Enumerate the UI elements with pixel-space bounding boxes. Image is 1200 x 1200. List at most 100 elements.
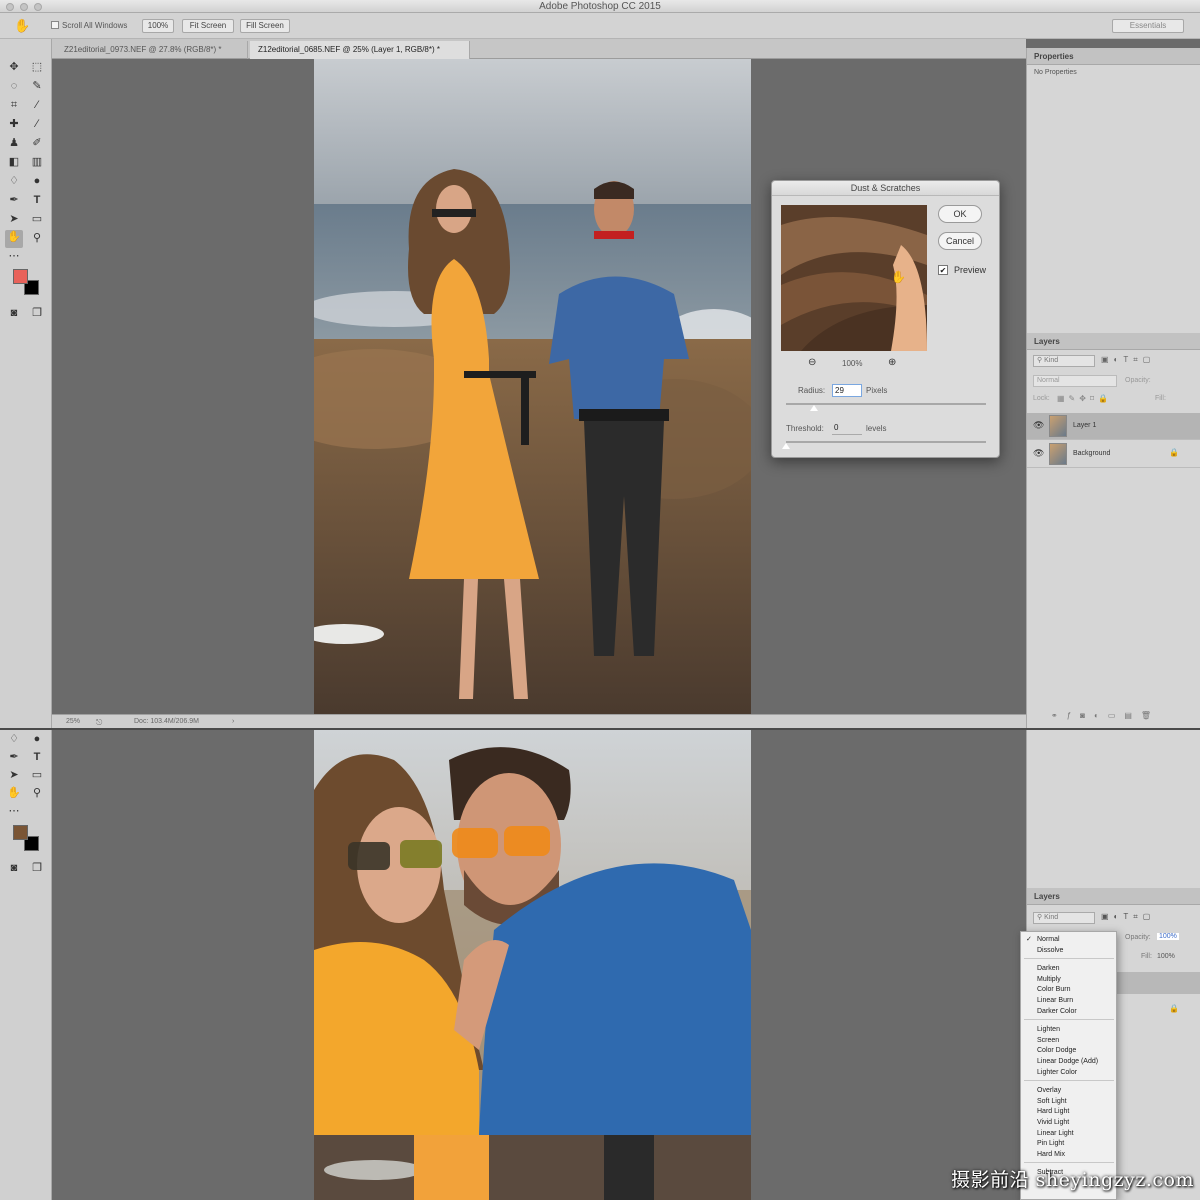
fill-screen-button[interactable]: Fill Screen	[240, 19, 290, 33]
blend-mode-option[interactable]: Darker Color	[1037, 1007, 1077, 1017]
checkmark-icon: ✓	[1026, 936, 1032, 943]
visibility-eye-icon[interactable]: 👁	[1033, 448, 1044, 459]
blend-mode-option[interactable]: Overlay	[1037, 1086, 1061, 1096]
dodge-tool-icon[interactable]: ●	[30, 174, 44, 188]
move-tool-icon[interactable]: ✥	[7, 60, 21, 74]
canvas-area-bottom[interactable]	[52, 730, 1026, 1200]
blend-mode-option[interactable]: Vivid Light	[1037, 1118, 1069, 1128]
pen-tool-icon[interactable]: ✒	[7, 193, 21, 207]
radius-slider-thumb[interactable]	[810, 405, 818, 411]
zoom-100-button[interactable]: 100%	[142, 19, 174, 33]
blend-mode-option[interactable]: Normal ✓	[1026, 935, 1060, 945]
ok-button[interactable]: OK	[938, 205, 982, 223]
blur-tool-icon[interactable]: ♢	[7, 174, 21, 188]
scroll-all-windows-checkbox[interactable]	[51, 21, 59, 29]
brush-tool-icon[interactable]: ∕	[30, 117, 44, 131]
pen-tool-icon[interactable]: ✒	[7, 750, 21, 764]
blend-mode-option[interactable]: Color Burn	[1037, 985, 1070, 995]
fit-screen-button[interactable]: Fit Screen	[182, 19, 234, 33]
title-bar: Adobe Photoshop CC 2015	[0, 0, 1200, 13]
threshold-slider-track[interactable]	[782, 441, 986, 449]
blend-mode-option[interactable]: Darken	[1037, 964, 1060, 974]
blur-tool-icon[interactable]: ♢	[7, 732, 21, 746]
zoom-tool-icon[interactable]: ⚲	[30, 786, 44, 800]
hand-tool-selected-icon[interactable]: ✋	[5, 230, 23, 248]
layers-title[interactable]: Layers	[1027, 888, 1200, 905]
edit-toolbar-icon[interactable]: ⋯	[7, 804, 21, 818]
path-selection-tool-icon[interactable]: ➤	[7, 212, 21, 226]
blend-mode-option[interactable]: Lighten	[1037, 1025, 1060, 1035]
rectangle-tool-icon[interactable]: ▭	[30, 768, 44, 782]
status-zoom[interactable]: 25%	[66, 715, 80, 728]
layers-title[interactable]: Layers	[1027, 333, 1200, 350]
close-window-button[interactable]	[6, 3, 14, 11]
blend-mode-option[interactable]: Hard Light	[1037, 1107, 1069, 1117]
opacity-value[interactable]: 100%	[1157, 933, 1179, 940]
dodge-tool-icon[interactable]: ●	[30, 732, 44, 746]
layer-filter-icons[interactable]: ▣◐T⌗▢	[1101, 912, 1155, 922]
zoom-in-icon[interactable]: ⊕	[888, 357, 896, 368]
properties-title[interactable]: Properties	[1027, 48, 1200, 65]
zoom-out-icon[interactable]: ⊖	[808, 357, 816, 368]
hand-tool-icon[interactable]: ✋	[7, 786, 21, 800]
threshold-unit: levels	[866, 424, 887, 433]
tab-document-2[interactable]: Z12editorial_0685.NEF @ 25% (Layer 1, RG…	[250, 41, 470, 59]
hand-tool-icon[interactable]: ✋	[14, 18, 30, 34]
quick-mask-icon[interactable]: ◙	[7, 861, 21, 875]
blend-mode-select[interactable]: Normal	[1033, 375, 1117, 387]
history-brush-tool-icon[interactable]: ✐	[30, 136, 44, 150]
radius-input[interactable]: 29	[832, 384, 862, 397]
radius-slider-track[interactable]	[786, 403, 986, 411]
blend-mode-option[interactable]: Multiply	[1037, 975, 1061, 985]
quick-mask-icon[interactable]: ◙	[7, 306, 21, 320]
blend-mode-option[interactable]: Lighter Color	[1037, 1068, 1077, 1078]
lasso-tool-icon[interactable]: ◌	[7, 79, 21, 93]
foreground-color-swatch[interactable]	[13, 269, 28, 284]
zoom-tool-icon[interactable]: ⚲	[30, 231, 44, 245]
marquee-tool-icon[interactable]: ⬚	[30, 60, 44, 74]
blend-mode-option[interactable]: Linear Dodge (Add)	[1037, 1057, 1098, 1067]
type-tool-icon[interactable]: T	[30, 750, 44, 764]
type-tool-icon[interactable]: T	[30, 193, 44, 207]
tab-document-1[interactable]: Z21editorial_0973.NEF @ 27.8% (RGB/8*) *	[56, 41, 248, 59]
layer-row-background[interactable]: 👁 Background 🔒	[1027, 441, 1200, 468]
threshold-input[interactable]: 0	[832, 422, 862, 435]
layer-filter-icons[interactable]: ▣◐T⌗▢	[1101, 355, 1155, 365]
layer-filter-kind[interactable]: ⚲ Kind	[1033, 912, 1095, 924]
zoom-window-button[interactable]	[34, 3, 42, 11]
gradient-tool-icon[interactable]: ▥	[30, 155, 44, 169]
blend-mode-option[interactable]: Dissolve	[1037, 946, 1063, 956]
fill-value[interactable]: 100%	[1157, 953, 1175, 960]
edit-toolbar-icon[interactable]: ⋯	[7, 249, 21, 263]
layers-footer-icons[interactable]: ⚭ƒ◙◐▭▤🗑	[1051, 711, 1160, 720]
eraser-tool-icon[interactable]: ◧	[7, 155, 21, 169]
status-arrow-icon[interactable]: ›	[232, 715, 234, 728]
workspace-switcher[interactable]: Essentials	[1112, 19, 1184, 33]
filter-preview-window[interactable]: ✋	[781, 205, 927, 351]
layer-filter-kind[interactable]: ⚲ Kind	[1033, 355, 1095, 367]
blend-mode-option[interactable]: Screen	[1037, 1036, 1059, 1046]
blend-mode-option[interactable]: Color Dodge	[1037, 1046, 1076, 1056]
crop-tool-icon[interactable]: ⌗	[7, 98, 21, 112]
visibility-eye-icon[interactable]: 👁	[1033, 420, 1044, 431]
blend-mode-option[interactable]: Soft Light	[1037, 1097, 1067, 1107]
quick-selection-tool-icon[interactable]: ✎	[30, 79, 44, 93]
minimize-window-button[interactable]	[20, 3, 28, 11]
screen-mode-icon[interactable]: ❐	[30, 306, 44, 320]
preview-checkbox[interactable]: ✔	[938, 265, 948, 275]
blend-mode-option[interactable]: Linear Light	[1037, 1129, 1074, 1139]
cancel-button[interactable]: Cancel	[938, 232, 982, 250]
path-selection-tool-icon[interactable]: ➤	[7, 768, 21, 782]
screen-mode-icon[interactable]: ❐	[30, 861, 44, 875]
blend-mode-option[interactable]: Hard Mix	[1037, 1150, 1065, 1160]
blend-mode-option[interactable]: Linear Burn	[1037, 996, 1073, 1006]
rectangle-tool-icon[interactable]: ▭	[30, 212, 44, 226]
threshold-slider-thumb[interactable]	[782, 443, 790, 449]
blend-mode-option[interactable]: Pin Light	[1037, 1139, 1064, 1149]
layer-row-layer-1[interactable]: 👁 Layer 1	[1027, 413, 1200, 440]
foreground-color-swatch[interactable]	[13, 825, 28, 840]
lock-icons[interactable]: ▦✎✥⌑🔒	[1057, 394, 1112, 403]
eyedropper-tool-icon[interactable]: ⁄	[30, 98, 44, 112]
clone-stamp-tool-icon[interactable]: ♟	[7, 136, 21, 150]
healing-brush-tool-icon[interactable]: ✚	[7, 117, 21, 131]
